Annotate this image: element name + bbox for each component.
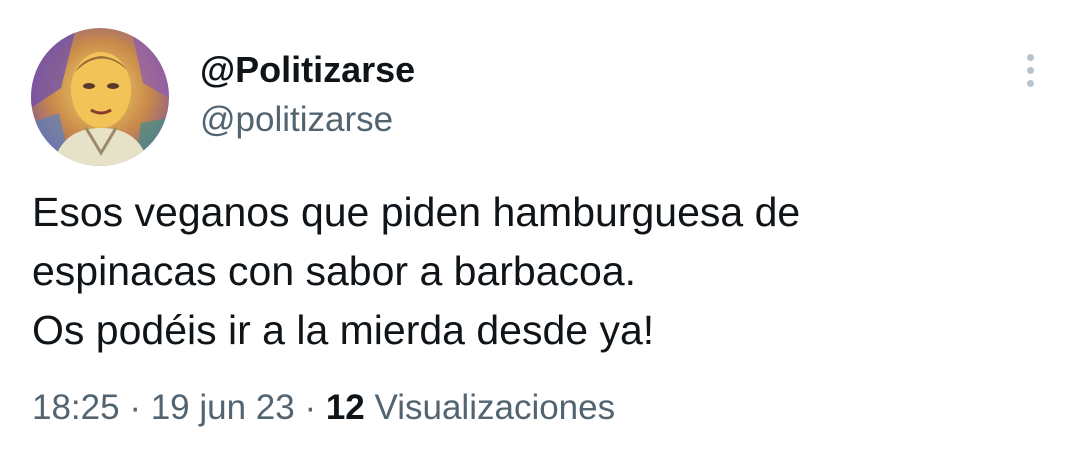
tweet-meta: 18:25 · 19 jun 23 · 12 Visualizaciones [32,384,615,432]
meta-separator: · [119,388,151,427]
views-count: 12 [325,388,365,427]
more-dot [1026,79,1034,87]
meta-separator: · [294,388,326,427]
more-dot [1026,66,1034,74]
tweet-date[interactable]: 19 jun 23 [151,388,295,427]
tweet-text-line: espinacas con sabor a barbacoa. [32,248,637,294]
author-display-name[interactable]: @Politizarse [200,46,415,94]
tweet-card: @Politizarse @politizarse Esos veganos q… [0,0,1080,451]
author-handle[interactable]: @politizarse [200,96,393,144]
tweet-time[interactable]: 18:25 [32,388,120,427]
profile-avatar-icon [31,28,169,166]
more-options-icon[interactable] [1010,48,1050,92]
tweet-text: Esos veganos que piden hamburguesa de es… [32,183,1032,360]
avatar[interactable] [31,28,169,166]
more-dot [1026,53,1034,61]
tweet-text-line: Esos veganos que piden hamburguesa de [32,189,801,235]
tweet-text-line: Os podéis ir a la mierda desde ya! [32,307,655,353]
views-label: Visualizaciones [364,388,616,427]
